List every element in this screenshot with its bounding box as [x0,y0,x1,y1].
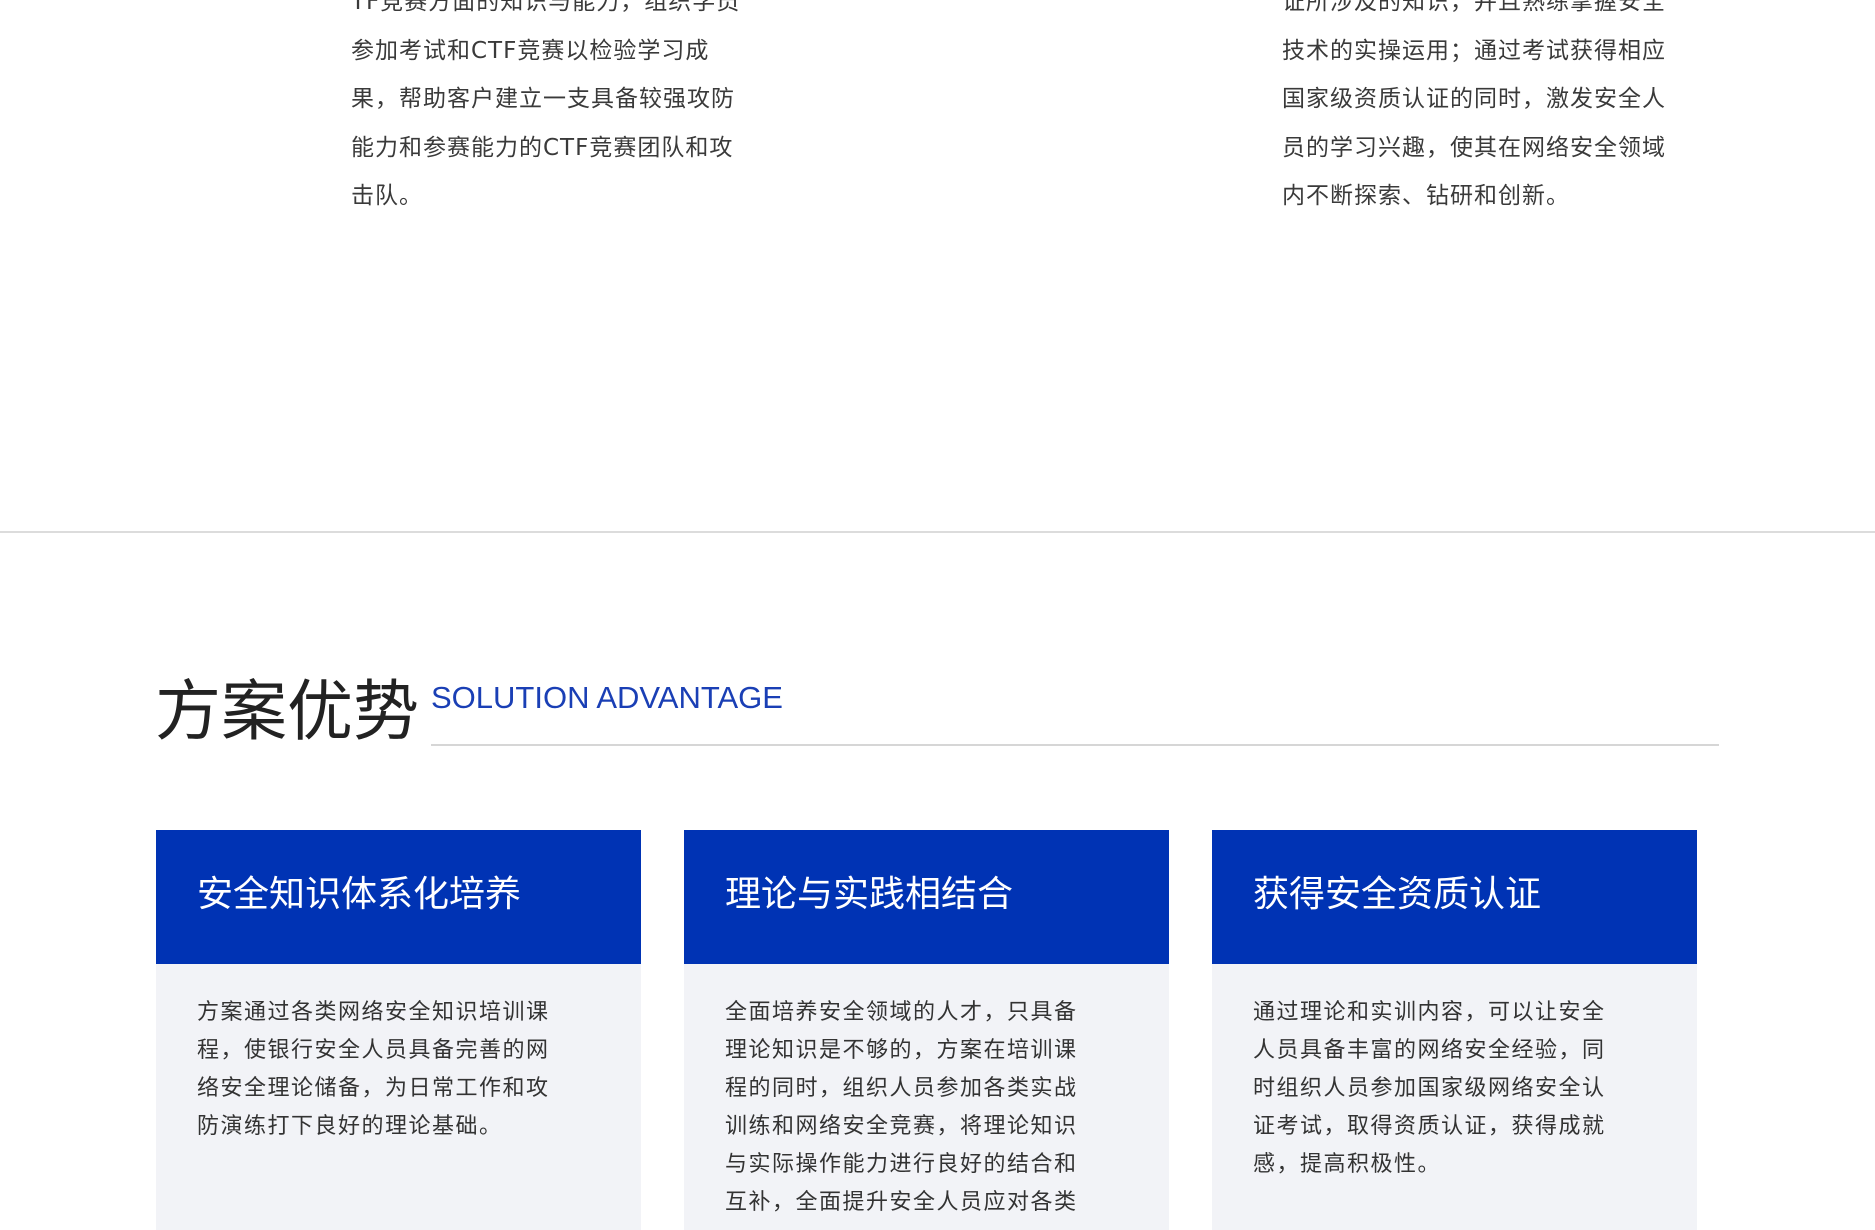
card-description: 通过理论和实训内容，可以让安全 人员具备丰富的网络安全经验，同 时组织人员参加国… [1253,1000,1606,1177]
card-title: 获得安全资质认证 [1253,874,1542,915]
section-title: 方案优势 [155,673,419,750]
card-title: 安全知识体系化培养 [197,874,522,915]
card-description: 方案通过各类网络安全知识培训课 程，使银行安全人员具备完善的网 络安全理论储备，… [197,1000,550,1139]
top-left-description: TF竞赛方面的知识与能力，组织学员 参加考试和CTF竞赛以检验学习成 果，帮助客… [351,0,741,209]
card-description: 全面培养安全领域的人才，只具备 理论知识是不够的，方案在培训课 程的同时，组织人… [725,1000,1078,1215]
section-divider [0,531,1875,533]
top-right-description: 证所涉及的知识，并且熟练掌握安全 技术的实操运用；通过考试获得相应 国家级资质认… [1282,0,1666,209]
advantage-card-knowledge-system: 安全知识体系化培养 方案通过各类网络安全知识培训课 程，使银行安全人员具备完善的… [156,830,641,1230]
card-header: 理论与实践相结合 [684,830,1169,964]
card-title: 理论与实践相结合 [725,874,1014,915]
advantage-card-theory-practice: 理论与实践相结合 全面培养安全领域的人才，只具备 理论知识是不够的，方案在培训课… [684,830,1169,1230]
section-title-underline [431,744,1719,746]
card-header: 获得安全资质认证 [1212,830,1697,964]
section-subtitle: SOLUTION ADVANTAGE [431,680,783,715]
advantage-card-certification: 获得安全资质认证 通过理论和实训内容，可以让安全 人员具备丰富的网络安全经验，同… [1212,830,1697,1230]
card-header: 安全知识体系化培养 [156,830,641,964]
